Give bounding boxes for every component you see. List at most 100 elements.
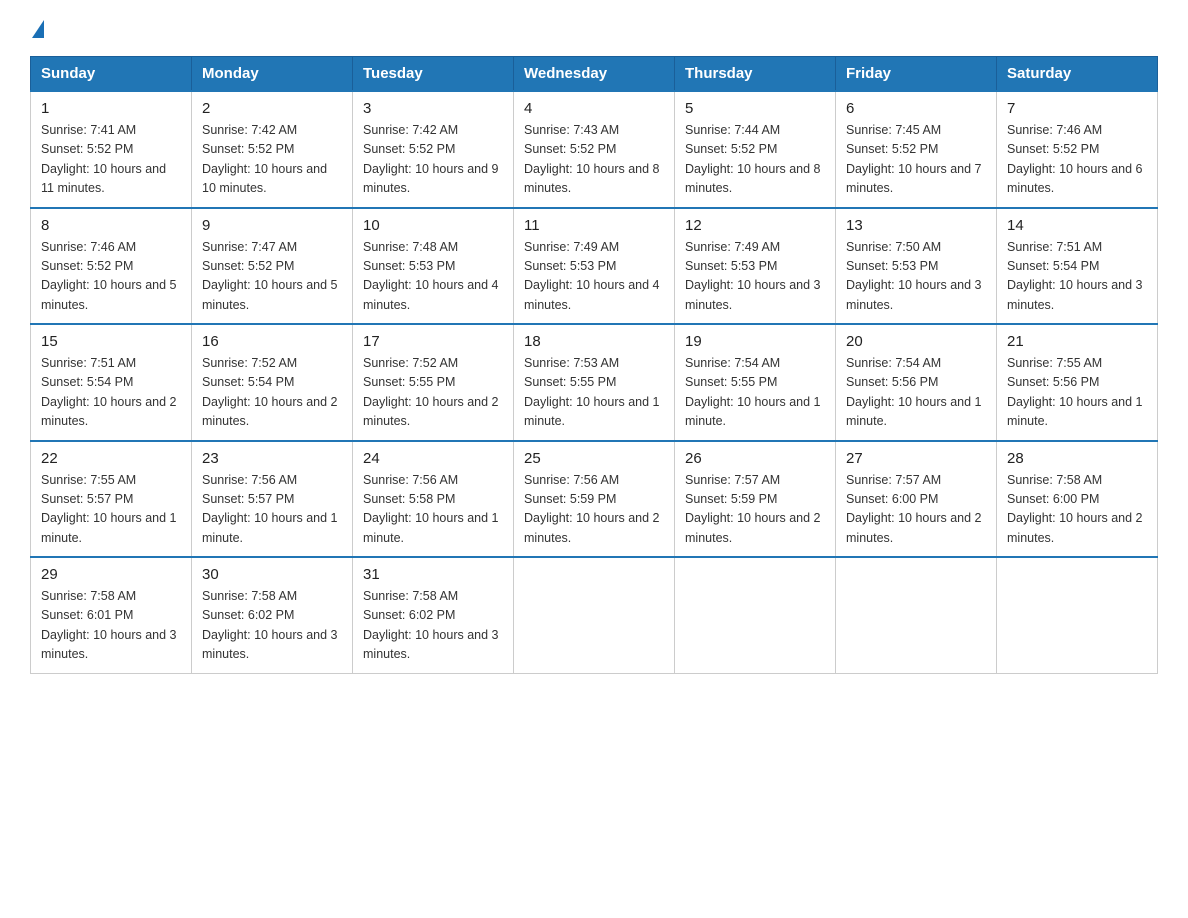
weekday-header-saturday: Saturday [997,57,1158,92]
day-number: 7 [1007,100,1147,117]
weekday-header-sunday: Sunday [31,57,192,92]
calendar-day-cell: 26 Sunrise: 7:57 AM Sunset: 5:59 PM Dayl… [675,441,836,558]
calendar-day-cell: 24 Sunrise: 7:56 AM Sunset: 5:58 PM Dayl… [353,441,514,558]
calendar-day-cell: 2 Sunrise: 7:42 AM Sunset: 5:52 PM Dayli… [192,91,353,208]
day-info: Sunrise: 7:58 AM Sunset: 6:01 PM Dayligh… [41,587,181,665]
calendar-day-cell: 23 Sunrise: 7:56 AM Sunset: 5:57 PM Dayl… [192,441,353,558]
day-number: 8 [41,217,181,234]
calendar-day-cell: 15 Sunrise: 7:51 AM Sunset: 5:54 PM Dayl… [31,324,192,441]
calendar-day-cell: 17 Sunrise: 7:52 AM Sunset: 5:55 PM Dayl… [353,324,514,441]
day-info: Sunrise: 7:50 AM Sunset: 5:53 PM Dayligh… [846,238,986,316]
day-info: Sunrise: 7:52 AM Sunset: 5:55 PM Dayligh… [363,354,503,432]
day-number: 16 [202,333,342,350]
weekday-header-wednesday: Wednesday [514,57,675,92]
calendar-day-cell: 29 Sunrise: 7:58 AM Sunset: 6:01 PM Dayl… [31,557,192,673]
weekday-header-friday: Friday [836,57,997,92]
calendar-day-cell [675,557,836,673]
day-info: Sunrise: 7:47 AM Sunset: 5:52 PM Dayligh… [202,238,342,316]
day-number: 3 [363,100,503,117]
day-info: Sunrise: 7:43 AM Sunset: 5:52 PM Dayligh… [524,121,664,199]
day-number: 18 [524,333,664,350]
calendar-day-cell: 4 Sunrise: 7:43 AM Sunset: 5:52 PM Dayli… [514,91,675,208]
day-info: Sunrise: 7:46 AM Sunset: 5:52 PM Dayligh… [1007,121,1147,199]
calendar-day-cell [997,557,1158,673]
day-number: 17 [363,333,503,350]
day-number: 19 [685,333,825,350]
logo-blue-part [30,20,44,38]
calendar-day-cell: 13 Sunrise: 7:50 AM Sunset: 5:53 PM Dayl… [836,208,997,325]
day-number: 26 [685,450,825,467]
calendar-day-cell: 5 Sunrise: 7:44 AM Sunset: 5:52 PM Dayli… [675,91,836,208]
day-info: Sunrise: 7:56 AM Sunset: 5:57 PM Dayligh… [202,471,342,549]
day-info: Sunrise: 7:42 AM Sunset: 5:52 PM Dayligh… [363,121,503,199]
calendar-day-cell: 10 Sunrise: 7:48 AM Sunset: 5:53 PM Dayl… [353,208,514,325]
day-number: 14 [1007,217,1147,234]
day-number: 23 [202,450,342,467]
day-number: 9 [202,217,342,234]
calendar-day-cell: 25 Sunrise: 7:56 AM Sunset: 5:59 PM Dayl… [514,441,675,558]
calendar-week-row: 15 Sunrise: 7:51 AM Sunset: 5:54 PM Dayl… [31,324,1158,441]
calendar-week-row: 29 Sunrise: 7:58 AM Sunset: 6:01 PM Dayl… [31,557,1158,673]
calendar-day-cell: 22 Sunrise: 7:55 AM Sunset: 5:57 PM Dayl… [31,441,192,558]
day-number: 20 [846,333,986,350]
page-header [30,20,1158,38]
day-number: 13 [846,217,986,234]
calendar-day-cell: 19 Sunrise: 7:54 AM Sunset: 5:55 PM Dayl… [675,324,836,441]
day-info: Sunrise: 7:44 AM Sunset: 5:52 PM Dayligh… [685,121,825,199]
day-number: 27 [846,450,986,467]
day-number: 25 [524,450,664,467]
day-info: Sunrise: 7:54 AM Sunset: 5:55 PM Dayligh… [685,354,825,432]
calendar-day-cell: 20 Sunrise: 7:54 AM Sunset: 5:56 PM Dayl… [836,324,997,441]
day-info: Sunrise: 7:51 AM Sunset: 5:54 PM Dayligh… [1007,238,1147,316]
calendar-day-cell: 8 Sunrise: 7:46 AM Sunset: 5:52 PM Dayli… [31,208,192,325]
day-info: Sunrise: 7:57 AM Sunset: 6:00 PM Dayligh… [846,471,986,549]
day-info: Sunrise: 7:58 AM Sunset: 6:02 PM Dayligh… [202,587,342,665]
calendar-day-cell [514,557,675,673]
day-number: 4 [524,100,664,117]
day-info: Sunrise: 7:54 AM Sunset: 5:56 PM Dayligh… [846,354,986,432]
calendar-day-cell: 9 Sunrise: 7:47 AM Sunset: 5:52 PM Dayli… [192,208,353,325]
weekday-header-tuesday: Tuesday [353,57,514,92]
calendar-table: SundayMondayTuesdayWednesdayThursdayFrid… [30,56,1158,674]
calendar-day-cell: 31 Sunrise: 7:58 AM Sunset: 6:02 PM Dayl… [353,557,514,673]
day-info: Sunrise: 7:56 AM Sunset: 5:58 PM Dayligh… [363,471,503,549]
day-number: 24 [363,450,503,467]
calendar-day-cell: 3 Sunrise: 7:42 AM Sunset: 5:52 PM Dayli… [353,91,514,208]
day-number: 2 [202,100,342,117]
day-info: Sunrise: 7:46 AM Sunset: 5:52 PM Dayligh… [41,238,181,316]
day-info: Sunrise: 7:55 AM Sunset: 5:56 PM Dayligh… [1007,354,1147,432]
day-info: Sunrise: 7:52 AM Sunset: 5:54 PM Dayligh… [202,354,342,432]
day-number: 10 [363,217,503,234]
calendar-day-cell: 18 Sunrise: 7:53 AM Sunset: 5:55 PM Dayl… [514,324,675,441]
day-info: Sunrise: 7:55 AM Sunset: 5:57 PM Dayligh… [41,471,181,549]
day-number: 21 [1007,333,1147,350]
calendar-day-cell: 28 Sunrise: 7:58 AM Sunset: 6:00 PM Dayl… [997,441,1158,558]
calendar-day-cell: 6 Sunrise: 7:45 AM Sunset: 5:52 PM Dayli… [836,91,997,208]
day-number: 30 [202,566,342,583]
calendar-day-cell: 12 Sunrise: 7:49 AM Sunset: 5:53 PM Dayl… [675,208,836,325]
day-info: Sunrise: 7:56 AM Sunset: 5:59 PM Dayligh… [524,471,664,549]
day-info: Sunrise: 7:58 AM Sunset: 6:00 PM Dayligh… [1007,471,1147,549]
day-info: Sunrise: 7:48 AM Sunset: 5:53 PM Dayligh… [363,238,503,316]
day-info: Sunrise: 7:53 AM Sunset: 5:55 PM Dayligh… [524,354,664,432]
day-info: Sunrise: 7:49 AM Sunset: 5:53 PM Dayligh… [524,238,664,316]
calendar-day-cell: 14 Sunrise: 7:51 AM Sunset: 5:54 PM Dayl… [997,208,1158,325]
calendar-day-cell: 30 Sunrise: 7:58 AM Sunset: 6:02 PM Dayl… [192,557,353,673]
day-number: 31 [363,566,503,583]
day-number: 11 [524,217,664,234]
weekday-header-thursday: Thursday [675,57,836,92]
day-info: Sunrise: 7:45 AM Sunset: 5:52 PM Dayligh… [846,121,986,199]
day-number: 15 [41,333,181,350]
calendar-day-cell: 21 Sunrise: 7:55 AM Sunset: 5:56 PM Dayl… [997,324,1158,441]
calendar-day-cell: 1 Sunrise: 7:41 AM Sunset: 5:52 PM Dayli… [31,91,192,208]
day-number: 1 [41,100,181,117]
day-info: Sunrise: 7:51 AM Sunset: 5:54 PM Dayligh… [41,354,181,432]
calendar-day-cell: 7 Sunrise: 7:46 AM Sunset: 5:52 PM Dayli… [997,91,1158,208]
day-number: 22 [41,450,181,467]
day-number: 29 [41,566,181,583]
day-number: 6 [846,100,986,117]
calendar-week-row: 1 Sunrise: 7:41 AM Sunset: 5:52 PM Dayli… [31,91,1158,208]
day-info: Sunrise: 7:49 AM Sunset: 5:53 PM Dayligh… [685,238,825,316]
calendar-week-row: 22 Sunrise: 7:55 AM Sunset: 5:57 PM Dayl… [31,441,1158,558]
calendar-week-row: 8 Sunrise: 7:46 AM Sunset: 5:52 PM Dayli… [31,208,1158,325]
